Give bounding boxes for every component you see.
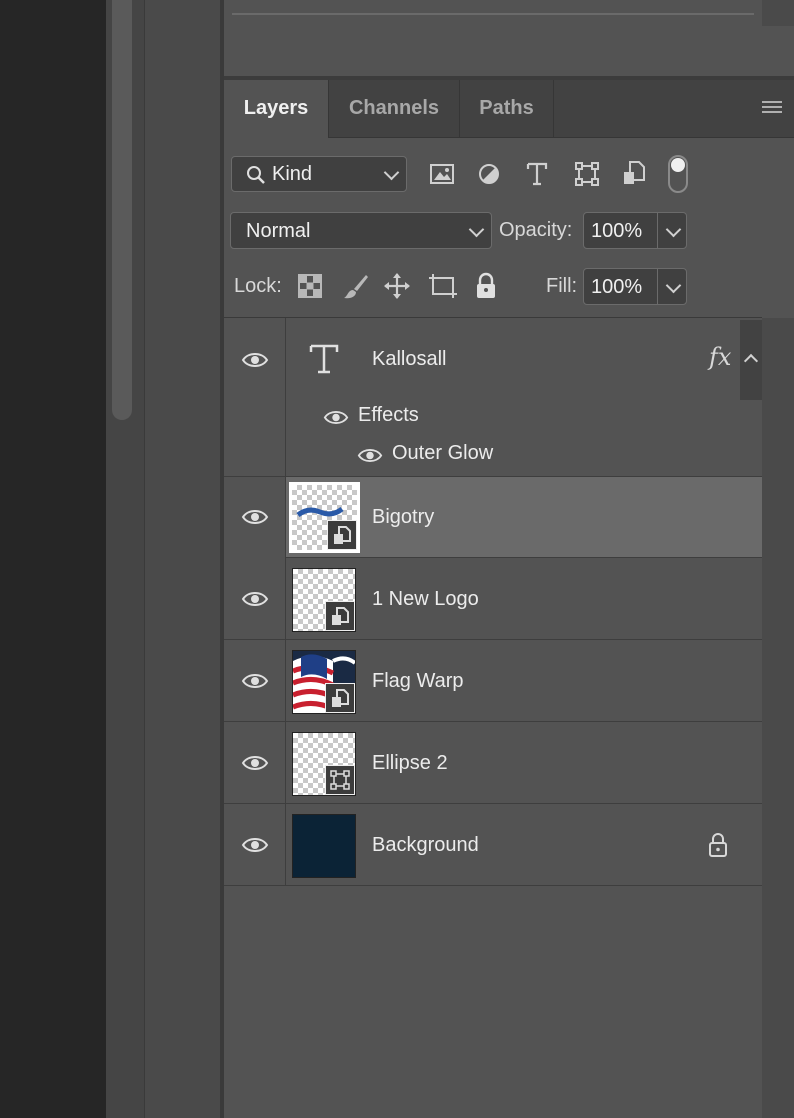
shape-layer-icon — [325, 765, 355, 795]
opacity-value[interactable]: 100% — [591, 220, 642, 243]
kind-filter-select[interactable]: Kind — [231, 156, 407, 192]
lock-image-pixels-icon[interactable] — [342, 272, 370, 300]
upper-panel-divider — [232, 13, 754, 15]
layer-effects-fx-icon[interactable]: fx — [709, 343, 731, 371]
layer-thumbnail[interactable] — [292, 732, 356, 796]
layer-thumbnail[interactable] — [292, 568, 356, 632]
visibility-column — [224, 318, 286, 476]
fill-field[interactable]: 100% — [583, 268, 687, 305]
eye-icon[interactable] — [323, 409, 349, 426]
left-workspace — [0, 0, 106, 1118]
layer-name[interactable]: 1 New Logo — [372, 588, 479, 611]
layer-name[interactable]: Bigotry — [372, 506, 434, 529]
tab-layers[interactable]: Layers — [224, 80, 329, 138]
text-layer-icon — [309, 344, 339, 374]
eye-icon[interactable] — [241, 590, 269, 608]
adjustment-layer-filter-icon[interactable] — [477, 162, 501, 186]
lock-position-icon[interactable] — [383, 272, 411, 300]
kind-filter-label: Kind — [272, 163, 313, 185]
layer-thumbnail[interactable] — [292, 650, 356, 714]
panel-menu-icon[interactable] — [762, 101, 782, 115]
opacity-label: Opacity: — [499, 219, 573, 241]
tab-paths[interactable]: Paths — [460, 80, 554, 137]
effect-outer-glow[interactable]: Outer Glow — [392, 442, 493, 465]
lock-label: Lock: — [234, 275, 282, 297]
chevron-down-icon — [468, 221, 485, 238]
shape-layer-filter-icon[interactable] — [574, 161, 600, 187]
layer-thumbnail[interactable] — [289, 482, 360, 553]
left-scrollbar-thumb[interactable] — [112, 0, 132, 420]
search-icon — [247, 166, 265, 184]
toggle-knob — [671, 158, 685, 172]
smart-object-icon — [327, 520, 357, 550]
type-layer-filter-icon[interactable] — [525, 161, 549, 187]
layer-name[interactable]: Ellipse 2 — [372, 752, 448, 775]
layer-name[interactable]: Flag Warp — [372, 670, 464, 693]
opacity-field[interactable]: 100% — [583, 212, 687, 249]
layer-lock-icon[interactable] — [707, 832, 729, 858]
tab-channels[interactable]: Channels — [329, 80, 460, 137]
filter-toggle-switch[interactable] — [668, 155, 688, 193]
chevron-up-icon — [743, 353, 759, 369]
chevron-down-icon — [383, 164, 400, 181]
lock-transparent-pixels-icon[interactable] — [298, 274, 322, 298]
eye-icon[interactable] — [241, 351, 269, 369]
eye-icon[interactable] — [241, 508, 269, 526]
upper-panel-scrollbar[interactable] — [762, 0, 794, 26]
lock-artboard-icon[interactable] — [428, 272, 458, 300]
layer-name[interactable]: Background — [372, 834, 479, 857]
eye-icon[interactable] — [241, 836, 269, 854]
layer-name[interactable]: Kallosall — [372, 348, 446, 371]
tool-panel-strip — [144, 0, 221, 1118]
upper-panel — [224, 0, 794, 78]
smart-object-icon — [325, 601, 355, 631]
lock-all-icon[interactable] — [474, 272, 498, 300]
fill-value[interactable]: 100% — [591, 276, 642, 299]
layers-scroll-track[interactable] — [762, 318, 794, 1118]
eye-icon[interactable] — [241, 672, 269, 690]
chevron-down-icon[interactable] — [665, 277, 682, 294]
smart-object-filter-icon[interactable] — [622, 160, 646, 188]
fill-label: Fill: — [546, 275, 578, 297]
logo-thumbnail-image — [296, 506, 344, 518]
collapse-effects-toggle[interactable] — [740, 320, 762, 400]
smart-object-icon — [325, 683, 355, 713]
blend-mode-select[interactable]: Normal — [230, 212, 492, 249]
layer-thumbnail[interactable] — [292, 814, 356, 878]
effects-label[interactable]: Effects — [358, 404, 419, 427]
blend-mode-value: Normal — [246, 220, 311, 242]
eye-icon[interactable] — [357, 447, 383, 464]
eye-icon[interactable] — [241, 754, 269, 772]
chevron-down-icon[interactable] — [665, 221, 682, 238]
pixel-layer-filter-icon[interactable] — [429, 162, 455, 186]
